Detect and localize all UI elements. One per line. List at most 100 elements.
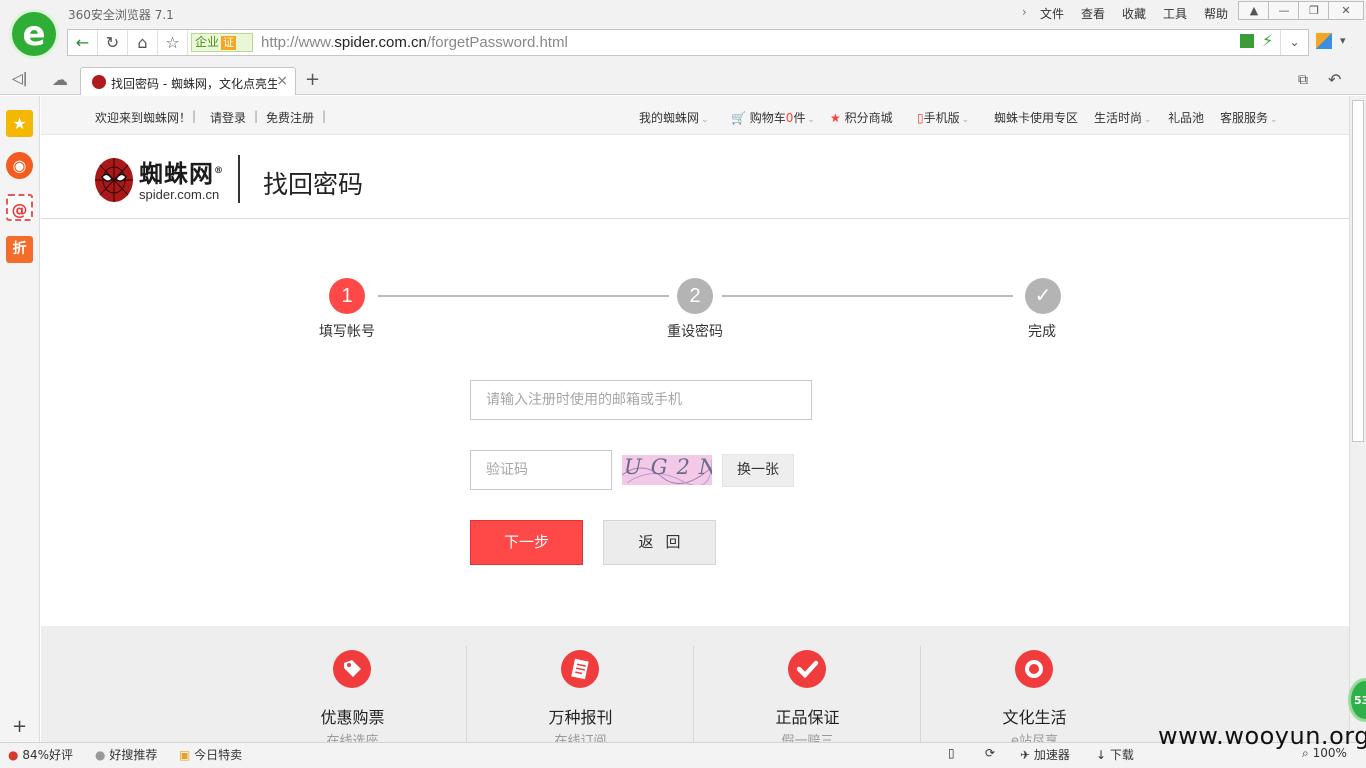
address-bar[interactable]: ← ↻ ⌂ ☆ 企业证 http://www.spider.com.cn/for…: [67, 29, 1309, 56]
service-title: 优惠购票: [320, 708, 385, 727]
service-sub: e站尽享: [1011, 734, 1058, 742]
web-page: 欢迎来到蜘蛛网！ | 请登录 | 免费注册 | 我的蜘蛛网 ⌄ 🛒 购物车0件 ⌄ …: [41, 96, 1349, 742]
my-spider-menu[interactable]: 我的蜘蛛网 ⌄: [639, 109, 709, 126]
favorites-star-icon[interactable]: ★: [6, 110, 33, 137]
service-title: 文化生活: [1002, 708, 1067, 727]
enterprise-label: 企业: [195, 35, 220, 49]
menu-view[interactable]: 查看: [1081, 5, 1105, 22]
browser-sidebar: ★ ◉ @ 折 +: [0, 96, 40, 742]
customer-service-menu[interactable]: 客服服务 ⌄: [1220, 109, 1278, 126]
culture-icon: [1015, 650, 1053, 688]
service-culture-life[interactable]: 文化生活 e站尽享: [921, 626, 1148, 742]
lightning-icon[interactable]: ⚡: [1262, 31, 1273, 50]
browser-chrome: e 360安全浏览器 7.1 › 文件 查看 收藏 工具 帮助 ▲ — ❐ ✕ …: [0, 0, 1366, 95]
apps-dropdown-icon[interactable]: ▾: [1340, 34, 1346, 47]
step-1-label: 填写帐号: [319, 324, 375, 340]
cart-icon: 🛒: [731, 111, 746, 125]
maximize-button[interactable]: ❐: [1298, 1, 1330, 20]
back-arrow-icon[interactable]: ←: [68, 30, 98, 55]
service-title: 万种报刊: [548, 708, 613, 727]
spiderman-logo-icon[interactable]: [94, 157, 134, 203]
cart-link[interactable]: 🛒 购物车0件 ⌄: [731, 109, 815, 126]
service-sub: 在线选座: [326, 734, 379, 742]
points-mall-link[interactable]: ★ 积分商城: [830, 109, 893, 126]
star-icon[interactable]: ☆: [158, 30, 188, 55]
step-done-check-icon: ✓: [1025, 278, 1061, 314]
newspaper-icon: [561, 650, 599, 688]
tomato-icon: ●: [8, 748, 19, 762]
service-discount-tickets[interactable]: 优惠购票 在线选座: [239, 626, 466, 742]
url-text[interactable]: http://www.spider.com.cn/forgetPassword.…: [261, 34, 568, 51]
close-button[interactable]: ✕: [1328, 1, 1364, 20]
swap-captcha-button[interactable]: 换一张: [722, 454, 794, 487]
sidebar-add-icon[interactable]: +: [12, 716, 27, 737]
menu-favorites[interactable]: 收藏: [1122, 5, 1146, 22]
step-3-label: 完成: [1028, 324, 1056, 340]
rocket-icon: ✈: [1020, 748, 1031, 762]
service-sub: 假一赔三: [781, 734, 834, 742]
captcha-image[interactable]: UG2N: [622, 455, 712, 485]
tab-close-icon[interactable]: ×: [276, 73, 288, 89]
tag-icon: [333, 650, 371, 688]
apps-grid-icon[interactable]: [1316, 33, 1332, 49]
card-zone-link[interactable]: 蜘蛛卡使用专区: [994, 109, 1078, 126]
qr-code-icon[interactable]: [1240, 34, 1254, 48]
chevron-down-icon[interactable]: ⌄: [1280, 30, 1308, 55]
cert-label: 证: [221, 36, 237, 50]
step-2-label: 重设密码: [667, 324, 723, 340]
enterprise-cert-badge[interactable]: 企业证: [191, 33, 253, 52]
header-divider: [238, 155, 240, 203]
chevron-right-icon[interactable]: ›: [1022, 5, 1027, 19]
restore-tabs-icon[interactable]: ⧉: [1298, 72, 1308, 88]
return-button[interactable]: 返回: [603, 520, 716, 565]
gift-icon: ▣: [179, 748, 191, 762]
home-icon[interactable]: ⌂: [128, 30, 158, 55]
phone-icon[interactable]: ▯: [948, 746, 955, 760]
mobile-link[interactable]: ▯手机版 ⌄: [917, 109, 969, 126]
welcome-text: 欢迎来到蜘蛛网！: [95, 111, 192, 125]
star-icon: ★: [830, 111, 841, 125]
gift-pool-link[interactable]: 礼品池: [1168, 109, 1204, 126]
tab-title: 找回密码 - 蜘蛛网，文化点亮生活: [111, 77, 277, 91]
tab-active[interactable]: 找回密码 - 蜘蛛网，文化点亮生活 ×: [80, 67, 296, 95]
scrollbar-thumb[interactable]: [1352, 100, 1364, 442]
cloud-icon[interactable]: ☁: [52, 70, 68, 89]
refresh-icon[interactable]: ↻: [98, 30, 128, 55]
app-title: 360安全浏览器 7.1: [68, 8, 174, 22]
recommend-icon: ●: [95, 748, 106, 762]
login-link[interactable]: 请登录: [210, 109, 246, 126]
refresh-circle-icon[interactable]: ⟳: [985, 746, 995, 760]
account-input[interactable]: [470, 380, 812, 420]
step-1-indicator: 1: [329, 278, 365, 314]
discount-icon[interactable]: 折: [6, 236, 33, 263]
weibo-icon[interactable]: ◉: [6, 152, 33, 179]
email-icon[interactable]: @: [6, 194, 33, 221]
download-item[interactable]: ↓ 下载: [1096, 746, 1134, 763]
skin-icon[interactable]: ▲: [1238, 1, 1270, 20]
rating-item[interactable]: ● 84%好评: [8, 746, 73, 763]
site-header: 蜘蛛网® spider.com.cn 找回密码: [41, 136, 1349, 219]
new-tab-button[interactable]: +: [305, 69, 320, 90]
menu-help[interactable]: 帮助: [1204, 5, 1228, 22]
site-topbar: 欢迎来到蜘蛛网！ | 请登录 | 免费注册 | 我的蜘蛛网 ⌄ 🛒 购物车0件 ⌄ …: [41, 96, 1349, 135]
minimize-button[interactable]: —: [1268, 1, 1300, 20]
next-step-button[interactable]: 下一步: [470, 520, 583, 565]
page-title: 找回密码: [263, 170, 364, 199]
undo-close-icon[interactable]: ↶: [1328, 70, 1341, 89]
menu-file[interactable]: 文件: [1040, 5, 1064, 22]
recommend-item[interactable]: ● 好搜推荐: [95, 746, 157, 763]
service-sub: 在线订阅: [554, 734, 607, 742]
page-scrollbar[interactable]: [1349, 96, 1366, 742]
captcha-input[interactable]: [470, 450, 612, 490]
service-newspapers[interactable]: 万种报刊 在线订阅: [467, 626, 694, 742]
captcha-text: UG2N: [624, 455, 712, 479]
menu-tools[interactable]: 工具: [1163, 5, 1187, 22]
service-genuine-guarantee[interactable]: 正品保证 假一赔三: [694, 626, 921, 742]
brand-name[interactable]: 蜘蛛网®: [139, 154, 224, 189]
life-fashion-menu[interactable]: 生活时尚 ⌄: [1094, 109, 1152, 126]
sidebar-toggle-icon[interactable]: ◁|: [12, 71, 27, 87]
step-2-indicator: 2: [677, 278, 713, 314]
today-sale-item[interactable]: ▣ 今日特卖: [179, 746, 242, 763]
register-link[interactable]: 免费注册: [266, 109, 314, 126]
accelerator-item[interactable]: ✈ 加速器: [1020, 746, 1070, 763]
